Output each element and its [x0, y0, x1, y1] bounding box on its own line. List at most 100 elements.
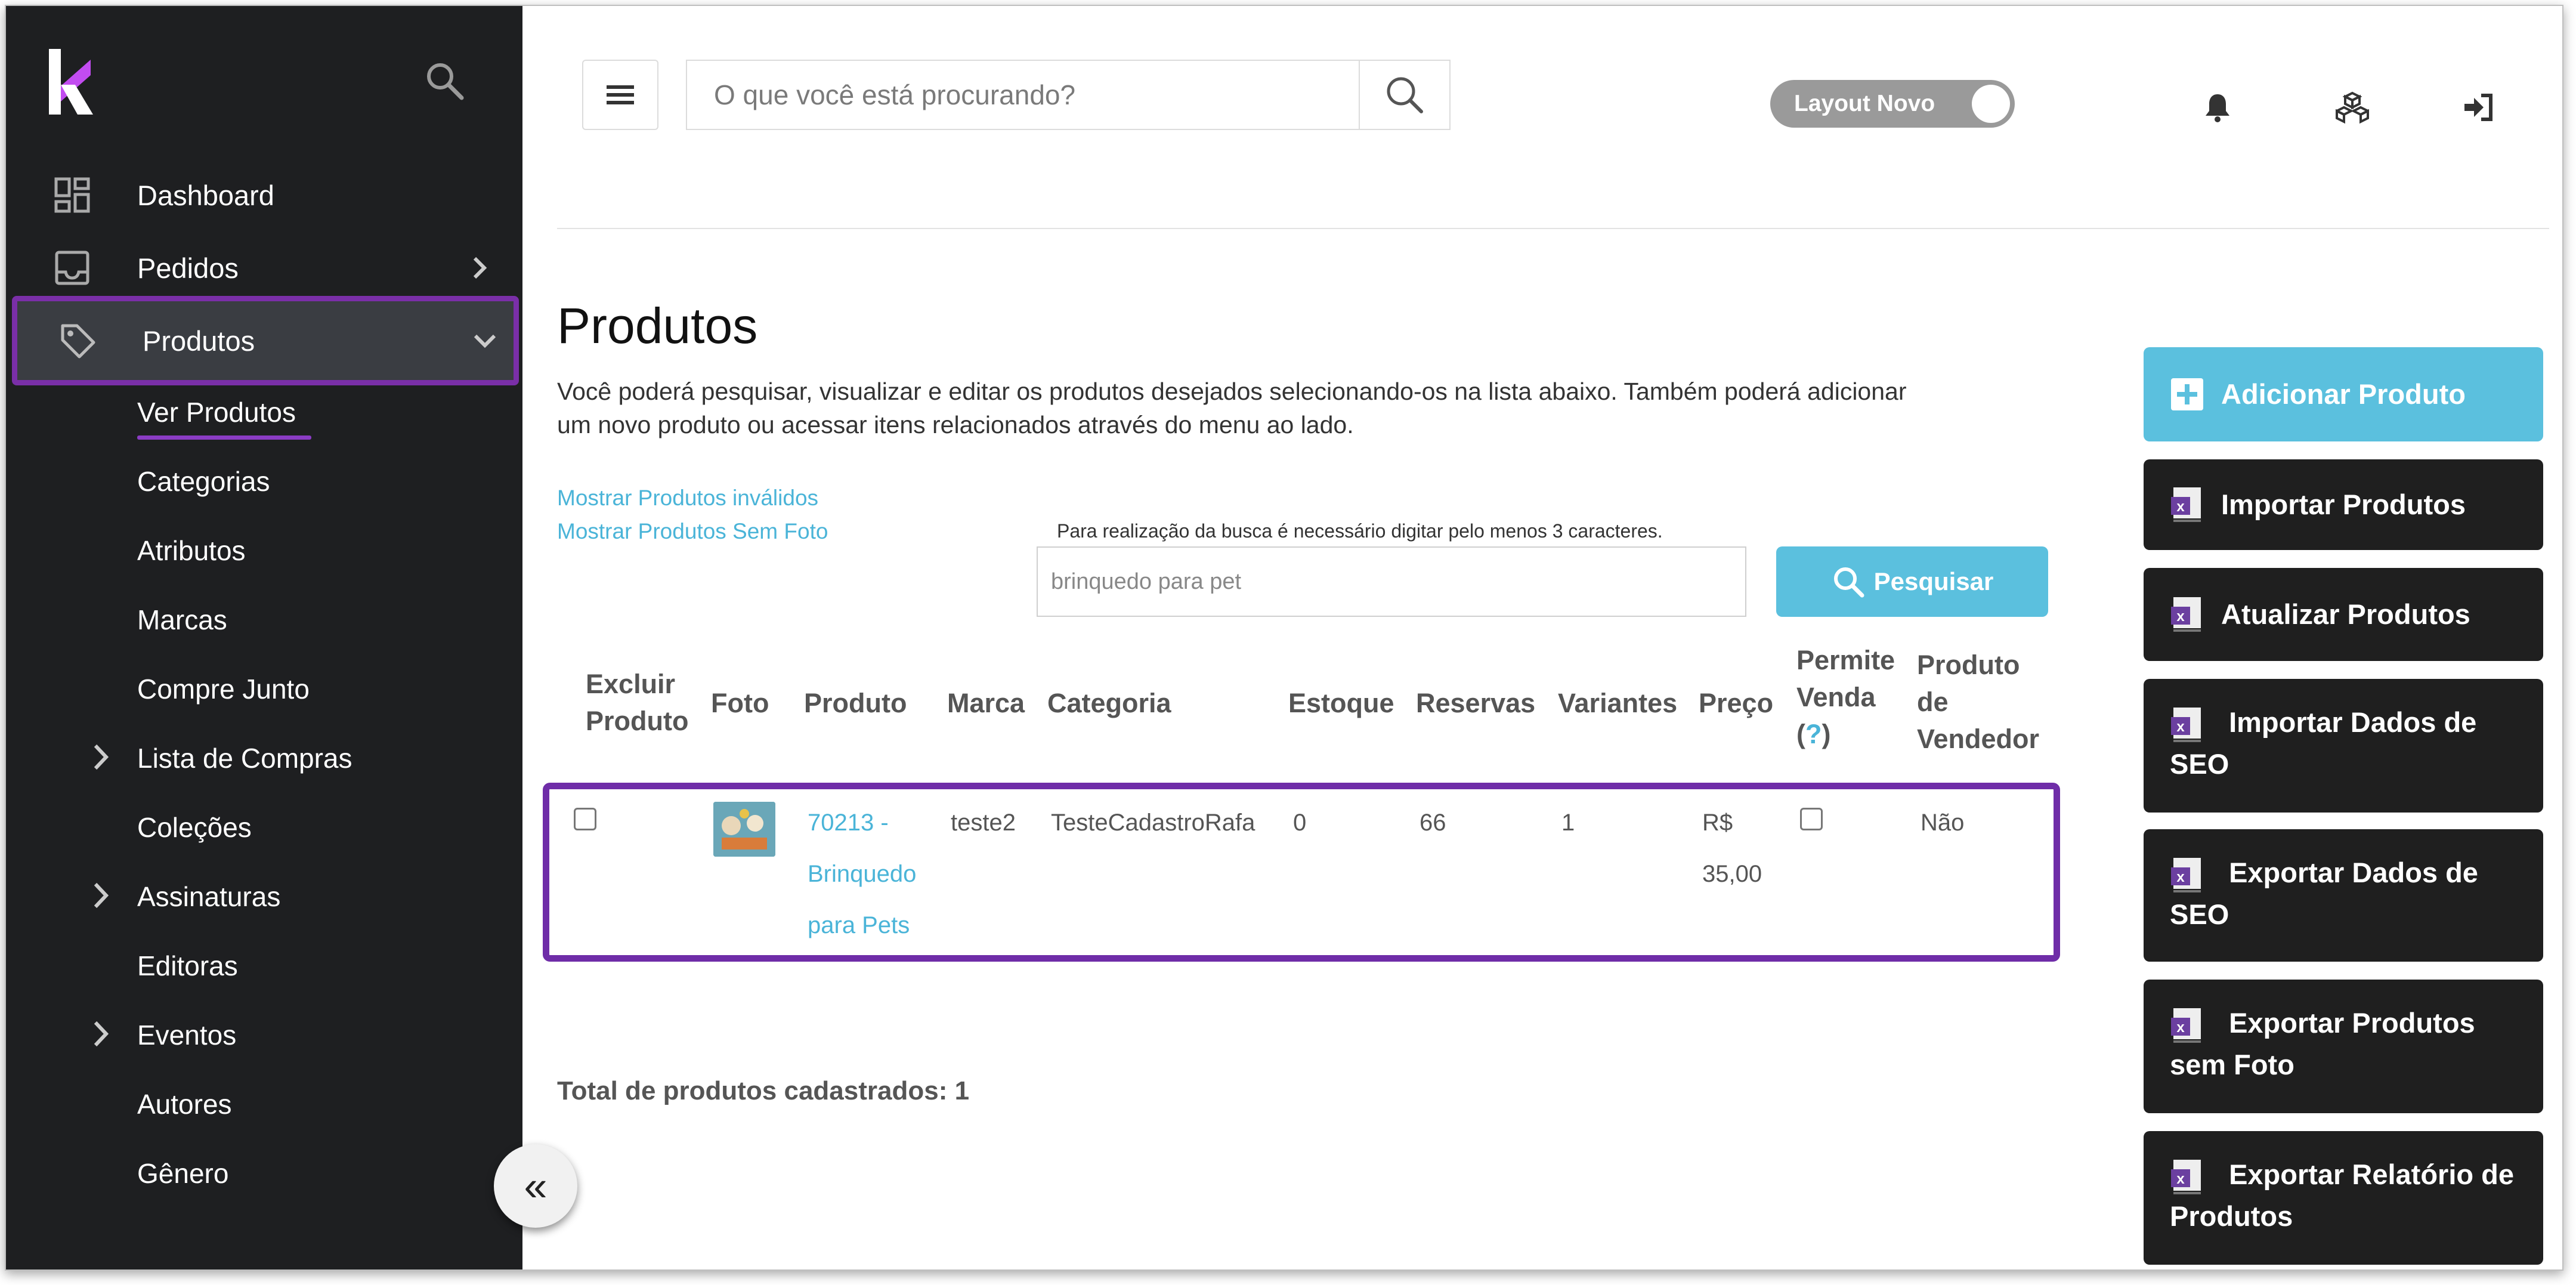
sign-in-icon[interactable] [2462, 91, 2495, 124]
cell-reservations: 66 [1420, 810, 1446, 836]
th-reservas: Reservas [1416, 688, 1536, 718]
sidebar-item-label: Pedidos [137, 252, 239, 284]
logo-icon[interactable] [49, 49, 97, 115]
import-products-button[interactable]: x Importar Produtos [2144, 459, 2543, 550]
header-divider [557, 228, 2549, 229]
th-excluir-produto: Excluir Produto [586, 669, 689, 736]
subitem-genero[interactable]: Gênero [137, 1153, 228, 1194]
excel-file-icon: x [2171, 597, 2201, 632]
sidebar-item-label: Produtos [143, 325, 255, 357]
action-label: SEO [2170, 748, 2229, 780]
action-label: Adicionar Produto [2221, 378, 2466, 410]
search-icon [1387, 77, 1423, 113]
excel-file-icon: x [2171, 487, 2201, 522]
double-chevron-left-icon: « [524, 1163, 548, 1209]
svg-text:x: x [2176, 1020, 2185, 1036]
allow-sale-checkbox[interactable] [1800, 808, 1823, 830]
app-window: Dashboard Pedidos Produtos Ver Produtos [5, 5, 2563, 1271]
show-invalid-products-link[interactable]: Mostrar Produtos inválidos [557, 486, 818, 511]
subitem-colecoes[interactable]: Coleções [137, 807, 252, 848]
global-search-button[interactable] [1359, 61, 1449, 129]
subitem-assinaturas[interactable]: Assinaturas [137, 876, 280, 918]
sidebar-item-dashboard[interactable]: Dashboard [6, 162, 522, 228]
export-no-photo-button[interactable]: x Exportar Produtos sem Foto [2144, 980, 2543, 1113]
subitem-eventos[interactable]: Eventos [137, 1014, 236, 1056]
chevron-right-icon[interactable] [89, 882, 113, 909]
th-preco: Preço [1699, 688, 1774, 718]
subitem-ver-produtos[interactable]: Ver Produtos [137, 391, 296, 433]
action-label: Produtos [2170, 1200, 2293, 1232]
active-indicator [137, 435, 311, 440]
search-button[interactable]: Pesquisar [1776, 546, 2048, 617]
collapse-sidebar-button[interactable]: « [494, 1144, 577, 1228]
bell-icon[interactable] [2201, 91, 2234, 124]
chevron-right-icon[interactable] [89, 743, 113, 771]
update-products-button[interactable]: x Atualizar Produtos [2144, 568, 2543, 661]
tag-icon [61, 324, 95, 359]
export-report-button[interactable]: x Exportar Relatório de Produtos [2144, 1131, 2543, 1265]
inbox-icon [55, 251, 89, 285]
total-products: Total de produtos cadastrados: 1 [557, 1076, 970, 1105]
page-title: Produtos [557, 298, 758, 354]
action-label: Atualizar Produtos [2221, 598, 2470, 630]
cubes-icon[interactable] [2336, 91, 2369, 124]
th-marca: Marca [947, 688, 1025, 718]
svg-text:x: x [2176, 499, 2185, 515]
cell-seller-product: Não [1921, 810, 1965, 836]
product-search-input[interactable] [1037, 546, 1746, 617]
cell-brand: teste2 [951, 810, 1016, 836]
chevron-right-icon[interactable] [89, 1020, 113, 1048]
svg-text:x: x [2176, 869, 2185, 885]
delete-product-checkbox[interactable] [574, 808, 596, 830]
sidebar-item-produtos[interactable]: Produtos [12, 296, 519, 385]
th-produto: Produto [804, 688, 907, 718]
menu-button[interactable] [582, 60, 658, 130]
global-search [686, 60, 1451, 130]
search-icon [1833, 567, 1864, 598]
subitem-categorias[interactable]: Categorias [137, 461, 270, 502]
subitem-autores[interactable]: Autores [137, 1083, 232, 1125]
toggle-knob [1972, 85, 2010, 123]
subitem-lista-de-compras[interactable]: Lista de Compras [137, 737, 352, 779]
toggle-label: Layout Novo [1794, 91, 1935, 116]
action-label: Exportar Relatório de [2229, 1159, 2515, 1190]
product-link[interactable]: 70213 - Brinquedo para Pets [808, 797, 916, 951]
subitem-marcas[interactable]: Marcas [137, 599, 227, 641]
excel-file-icon: x [2171, 707, 2201, 742]
subitem-atributos[interactable]: Atributos [137, 530, 246, 572]
dashboard-icon [54, 177, 90, 213]
product-thumbnail[interactable] [713, 802, 775, 857]
import-seo-button[interactable]: x Importar Dados de SEO [2144, 679, 2543, 813]
help-link[interactable]: ? [1805, 719, 1822, 749]
add-product-button[interactable]: Adicionar Produto [2144, 347, 2543, 441]
product-image-icon [713, 802, 775, 857]
search-button-label: Pesquisar [1873, 567, 1994, 595]
excel-file-icon: x [2171, 1008, 2201, 1043]
search-icon[interactable] [423, 60, 465, 101]
sidebar-item-pedidos[interactable]: Pedidos [6, 235, 522, 301]
global-search-input[interactable] [687, 61, 1359, 129]
show-no-photo-products-link[interactable]: Mostrar Produtos Sem Foto [557, 519, 828, 544]
th-produto-de-vendedor: Produto de Vendedor [1917, 650, 2040, 754]
action-label: Importar Dados de [2229, 706, 2477, 738]
layout-toggle[interactable]: Layout Novo [1770, 80, 2015, 128]
export-seo-button[interactable]: x Exportar Dados de SEO [2144, 829, 2543, 962]
hamburger-icon [607, 85, 634, 104]
action-label: Exportar Dados de [2229, 857, 2478, 888]
cell-category: TesteCadastroRafa [1051, 810, 1255, 836]
action-label: Importar Produtos [2221, 489, 2466, 520]
subitem-compre-junto[interactable]: Compre Junto [137, 668, 310, 710]
chevron-down-icon [474, 334, 496, 348]
cell-price: R$ 35,00 [1702, 810, 1762, 887]
plus-icon [2171, 378, 2203, 410]
subitem-editoras[interactable]: Editoras [137, 945, 238, 987]
excel-file-icon: x [2171, 1159, 2201, 1194]
page-description: Você poderá pesquisar, visualizar e edit… [557, 378, 1907, 438]
th-variantes: Variantes [1558, 688, 1678, 718]
cell-stock: 0 [1293, 810, 1307, 836]
sidebar: Dashboard Pedidos Produtos Ver Produtos [6, 6, 522, 1269]
search-hint: Para realização da busca é necessário di… [1057, 520, 1663, 542]
th-foto: Foto [711, 688, 769, 718]
cell-variants: 1 [1561, 810, 1575, 836]
svg-text:x: x [2176, 1171, 2185, 1187]
